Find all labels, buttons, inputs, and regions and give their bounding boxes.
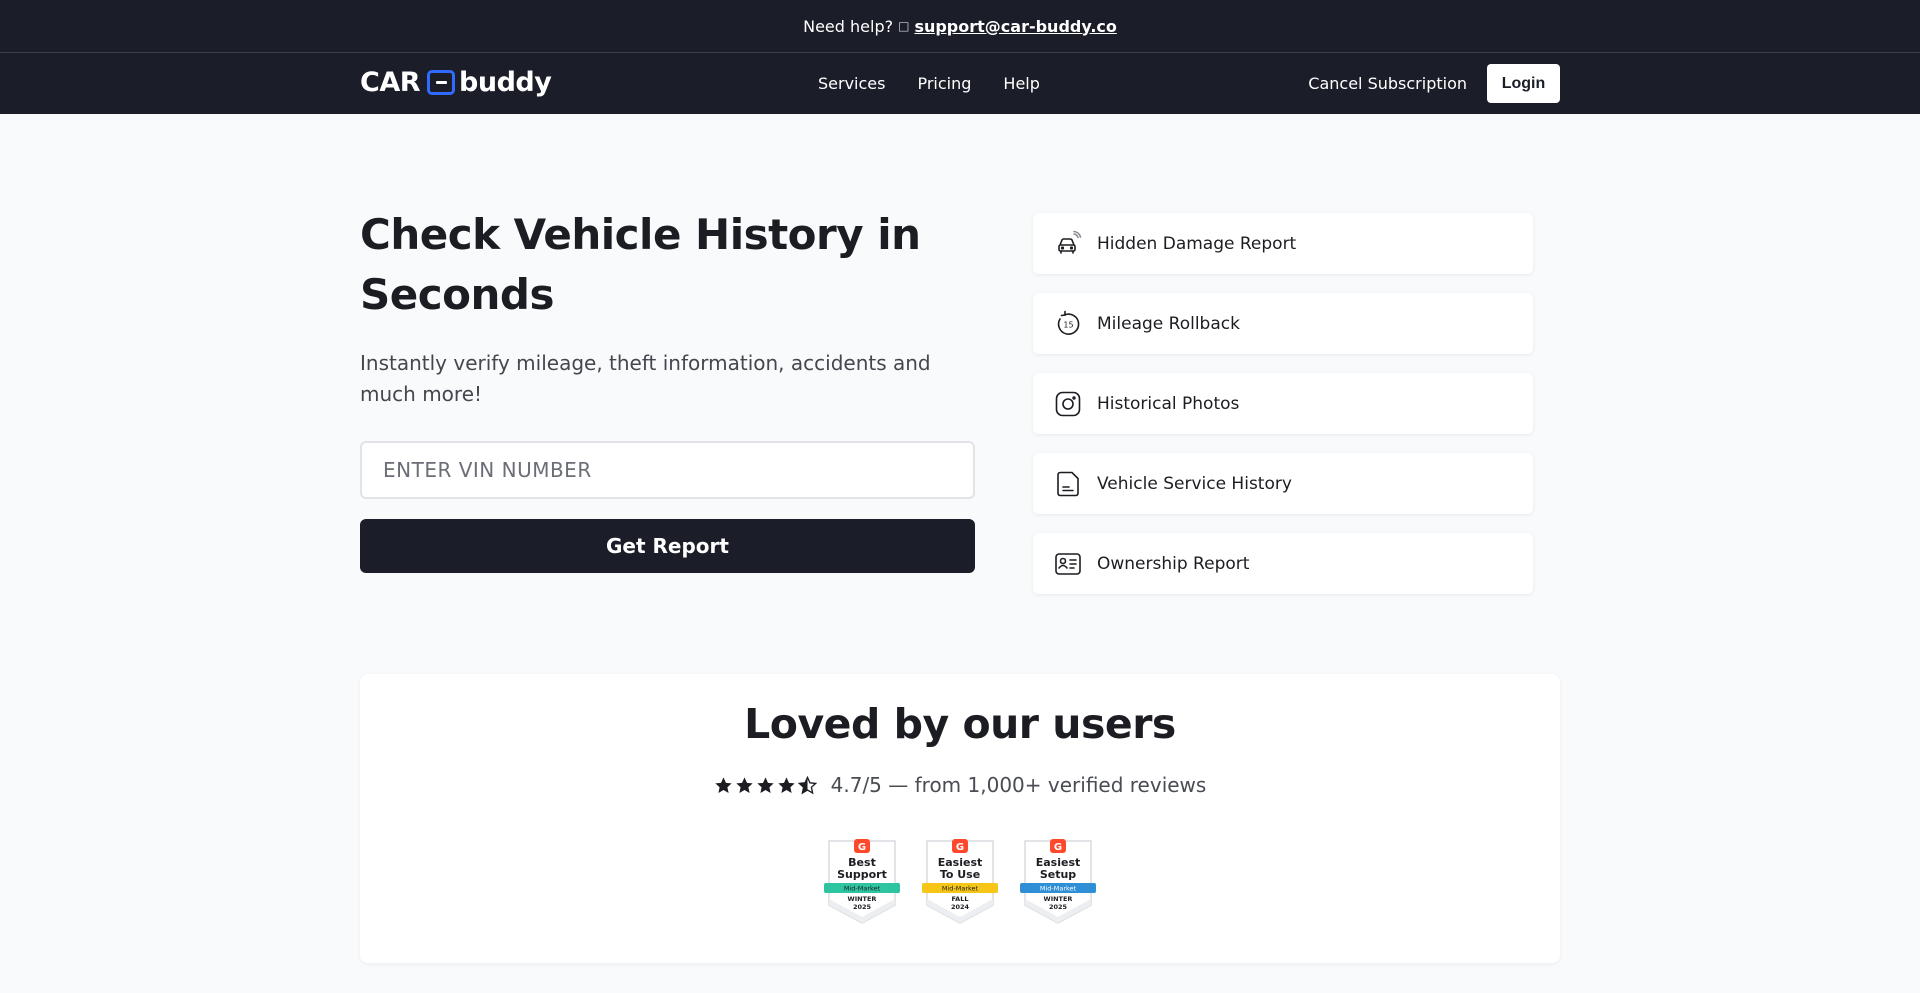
hero: Check Vehicle History in Seconds Instant… [360,205,975,573]
star-icon [714,776,732,793]
hero-subtitle: Instantly verify mileage, theft informat… [360,351,931,406]
award-badges: G Best Support Mid-Market WINTER 2025 G … [360,837,1560,925]
star-icon [735,776,753,793]
badge-ribbon: Mid-Market [844,885,881,893]
svg-text:15: 15 [1063,320,1073,329]
rollback-15-icon: 15 [1057,310,1080,335]
badge-line2: Support [837,868,887,881]
feature-label: Historical Photos [1097,393,1240,414]
service-document-icon [1057,471,1079,496]
rating-row: 4.7/5 — from 1,000+ verified reviews [360,773,1560,797]
mail-icon: □ [898,19,910,33]
star-icon [756,776,774,793]
logo-mark-icon [427,70,456,95]
badge-year: 2025 [1049,903,1068,911]
star-rating [714,775,819,795]
logo-text-car: CAR [360,67,421,98]
cancel-subscription-link[interactable]: Cancel Subscription [1308,74,1467,93]
badge-season: WINTER [1044,895,1073,903]
hero-title: Check Vehicle History in Seconds [360,210,921,319]
star-icon [777,776,795,793]
badge-ribbon: Mid-Market [1040,885,1077,893]
car-signal-icon [1058,230,1082,254]
feature-card: 15 Mileage Rollback [1033,293,1533,354]
half-star-icon [797,775,817,794]
badge-season: FALL [951,895,968,903]
badge-season: WINTER [848,895,877,903]
help-bar: Need help? □ support@car-buddy.co [0,0,1920,53]
nav-right: Cancel Subscription Login [1308,53,1560,114]
badge-line2: To Use [940,868,980,881]
support-email-link[interactable]: support@car-buddy.co [914,17,1116,36]
feature-card: Hidden Damage Report [1033,213,1533,274]
reviews-section: Loved by our users 4.7/5 — from 1,000+ v… [360,674,1560,963]
nav-link-help[interactable]: Help [1003,74,1039,93]
vin-input[interactable] [360,441,975,499]
logo-text-buddy: buddy [459,67,552,98]
badge-line2: Setup [1040,868,1076,881]
logo[interactable]: CAR buddy [360,67,552,98]
nav-links: Services Pricing Help [818,53,1072,114]
main-nav: CAR buddy Services Pricing Help Cancel S… [0,53,1920,114]
g2-badge-easiest-setup: G Easiest Setup Mid-Market WINTER 2025 [1020,839,1096,924]
feature-card: Historical Photos [1033,373,1533,434]
svg-text:G: G [956,842,964,853]
feature-card: Ownership Report [1033,533,1533,594]
nav-link-services[interactable]: Services [818,74,885,93]
feature-card: Vehicle Service History [1033,453,1533,514]
id-card-icon [1055,552,1081,575]
features-list: Hidden Damage Report 15 Mileage Rollback… [1033,213,1533,613]
badge-ribbon: Mid-Market [942,885,979,893]
help-text: Need help? [803,16,894,36]
feature-label: Ownership Report [1097,553,1250,574]
feature-label: Mileage Rollback [1097,313,1240,334]
badge-year: 2024 [951,903,970,911]
login-button[interactable]: Login [1487,64,1560,103]
feature-label: Vehicle Service History [1097,473,1292,494]
svg-text:G: G [858,842,866,853]
reviews-title: Loved by our users [744,700,1176,748]
get-report-button[interactable]: Get Report [360,519,975,573]
svg-text:G: G [1054,842,1062,853]
rating-text: 4.7/5 — from 1,000+ verified reviews [830,773,1207,797]
g2-badge-easiest-to-use: G Easiest To Use Mid-Market FALL 2024 [922,839,998,924]
nav-link-pricing[interactable]: Pricing [917,74,971,93]
g2-badge-best-support: G Best Support Mid-Market WINTER 2025 [824,839,900,924]
camera-icon [1055,391,1081,416]
badge-year: 2025 [853,903,872,911]
feature-label: Hidden Damage Report [1097,233,1297,254]
